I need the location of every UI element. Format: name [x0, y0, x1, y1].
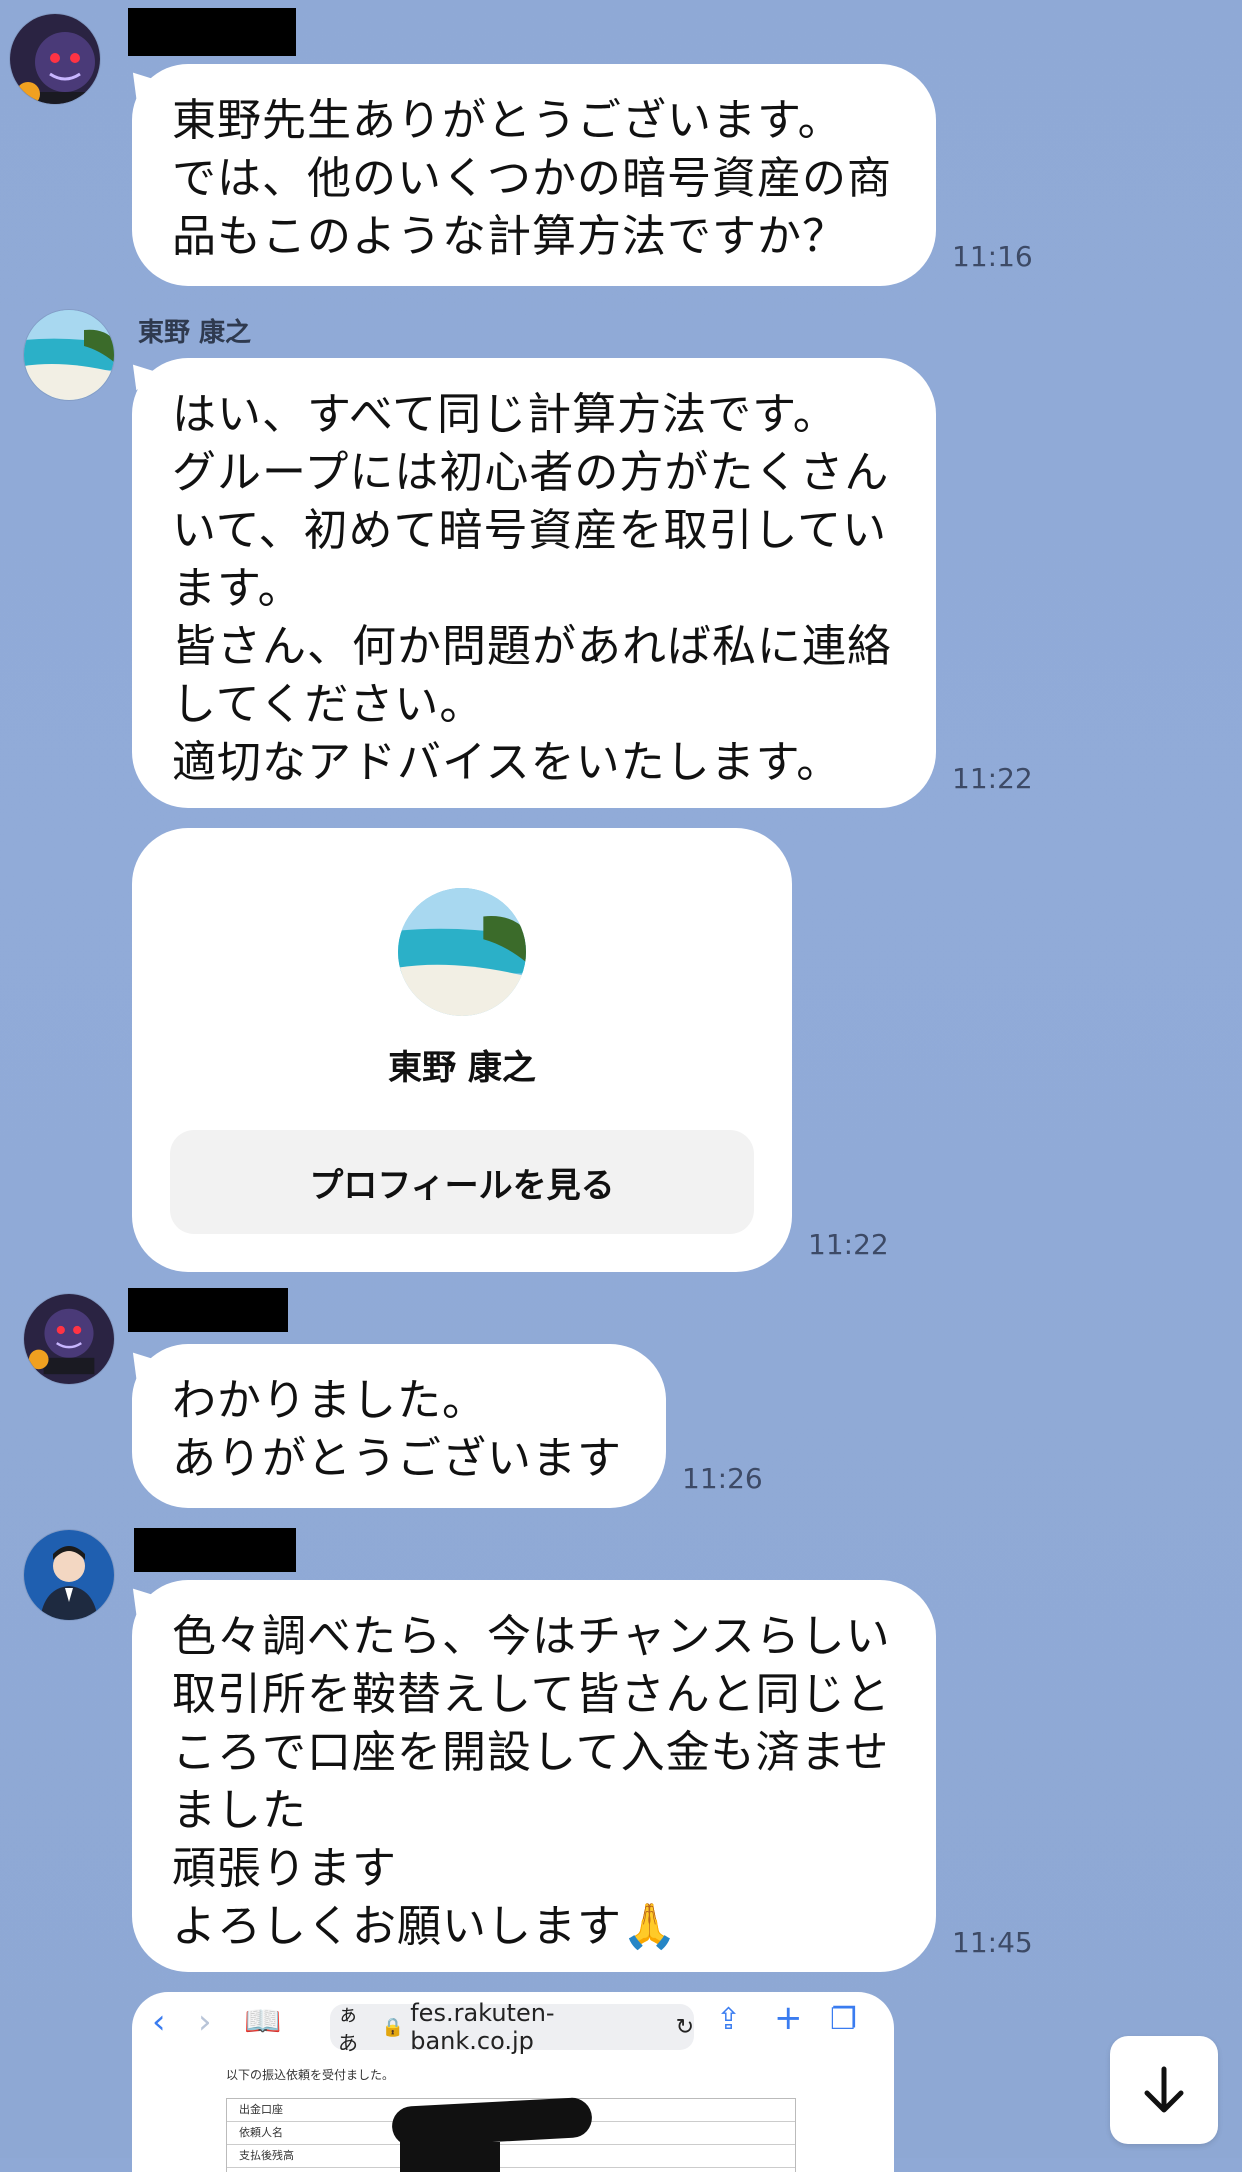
- redacted-sender-name: [134, 1528, 296, 1572]
- redacted-sender-name: [128, 8, 296, 56]
- image-message-browser-screenshot[interactable]: ‹ › 📖 ぁあ 🔒 fes.rakuten-bank.co.jp ↻ ⇪ + …: [132, 1992, 894, 2172]
- message-line: ころで口座を開設して入金も済ませ: [172, 1727, 890, 1778]
- avatar-crypto-user-1[interactable]: [10, 14, 100, 104]
- message-line: 東野先生ありがとうございます。: [172, 95, 843, 146]
- share-icon: ⇪: [716, 2002, 742, 2037]
- back-icon: ‹: [152, 2002, 166, 2042]
- message-line: 適切なアドバイスをいたします。: [172, 737, 842, 788]
- avatar-crypto-user-2[interactable]: [24, 1294, 114, 1384]
- message-line: ました: [172, 1785, 307, 1836]
- new-tab-icon: +: [774, 1998, 803, 2038]
- table-row: 支払後残高: [227, 2145, 795, 2168]
- message-line: いて、初めて暗号資産を取引してい: [172, 505, 888, 556]
- tabs-icon: ❐: [830, 2002, 857, 2037]
- message-line: 皆さん、何か問題があれば私に連絡: [172, 621, 892, 672]
- profile-card-avatar: [398, 888, 526, 1016]
- lock-icon: 🔒: [381, 2016, 405, 2038]
- reload-icon: ↻: [675, 2014, 694, 2040]
- message-line: 頑張ります: [172, 1843, 397, 1894]
- profile-card-name: 東野 康之: [388, 1048, 536, 1088]
- message-time: 11:45: [952, 1926, 1033, 1959]
- message-time: 11:16: [952, 240, 1033, 273]
- scroll-to-bottom-button[interactable]: [1110, 2036, 1218, 2144]
- message-line: ありがとうございます: [172, 1433, 622, 1484]
- url-text: fes.rakuten-bank.co.jp: [410, 1999, 555, 2055]
- message-line: ます。: [172, 563, 303, 614]
- message-line: 品もこのような計算方法ですか？: [172, 211, 847, 262]
- message-line: してください。: [172, 679, 485, 730]
- message-bubble[interactable]: 色々調べたら、今はチャンスらしい 取引所を鞍替えして皆さんと同じと ころで口座を…: [132, 1580, 936, 1972]
- avatar-teacher[interactable]: [24, 310, 114, 400]
- message-bubble[interactable]: はい、すべて同じ計算方法です。 グループには初心者の方がたくさん いて、初めて暗…: [132, 358, 936, 808]
- message-time: 11:22: [808, 1228, 889, 1261]
- message-bubble[interactable]: 東野先生ありがとうございます。 では、他のいくつかの暗号資産の商 品もこのような…: [132, 64, 936, 286]
- url-bar: ぁあ 🔒 fes.rakuten-bank.co.jp ↻: [330, 1999, 694, 2055]
- message-time: 11:26: [682, 1462, 763, 1495]
- reader-text-size: ぁあ: [338, 2002, 358, 2055]
- sender-name: 東野 康之: [138, 318, 252, 348]
- message-line: 色々調べたら、今はチャンスらしい: [172, 1611, 891, 1662]
- redaction-block: [400, 2142, 500, 2172]
- view-profile-button[interactable]: プロフィールを見る: [170, 1130, 754, 1234]
- profile-card[interactable]: 東野 康之 プロフィールを見る: [132, 828, 792, 1272]
- message-line: グループには初心者の方がたくさん: [172, 447, 890, 498]
- message-line: はい、すべて同じ計算方法です。: [172, 389, 838, 440]
- bookmarks-icon: 📖: [244, 2004, 282, 2039]
- document-heading: 以下の振込依頼を受付ました。: [226, 2068, 395, 2082]
- message-bubble[interactable]: わかりました。 ありがとうございます: [132, 1344, 666, 1508]
- message-line: では、他のいくつかの暗号資産の商: [172, 153, 892, 204]
- message-line: 取引所を鞍替えして皆さんと同じと: [172, 1669, 891, 1720]
- message-time: 11:22: [952, 762, 1033, 795]
- redacted-sender-name: [128, 1288, 288, 1332]
- forward-icon: ›: [198, 2002, 212, 2042]
- avatar-businessman[interactable]: [24, 1530, 114, 1620]
- message-line: わかりました。: [172, 1375, 487, 1426]
- message-line: よろしくお願いします🙏: [172, 1901, 678, 1952]
- arrow-down-icon: [1144, 2066, 1184, 2113]
